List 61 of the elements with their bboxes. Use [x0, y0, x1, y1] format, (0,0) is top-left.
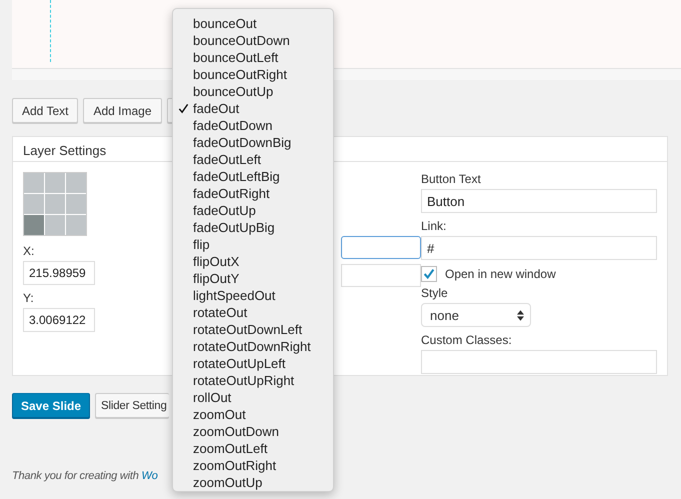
position-cell[interactable]: [24, 194, 44, 214]
menu-item[interactable]: rotateOut: [173, 304, 333, 321]
position-cell[interactable]: [66, 215, 86, 235]
position-cell[interactable]: [45, 215, 65, 235]
position-cell[interactable]: [66, 173, 86, 193]
menu-item[interactable]: flipOutX: [173, 253, 333, 270]
menu-item[interactable]: bounceOut: [173, 15, 333, 32]
toolbar-button[interactable]: Add Text: [12, 98, 78, 123]
menu-item[interactable]: bounceOutLeft: [173, 49, 333, 66]
footer-text: Thank you for creating with Wo: [12, 470, 158, 482]
guide-line: [50, 0, 51, 62]
menu-item[interactable]: fadeOutUpBig: [173, 219, 333, 236]
menu-item[interactable]: flipOutY: [173, 270, 333, 287]
menu-item[interactable]: zoomOutLeft: [173, 440, 333, 457]
position-cell[interactable]: [24, 215, 44, 235]
menu-item[interactable]: fadeOutLeftBig: [173, 168, 333, 185]
menu-item[interactable]: rotateOutUpLeft: [173, 355, 333, 372]
menu-item[interactable]: rotateOutUpRight: [173, 372, 333, 389]
link-field[interactable]: #: [421, 236, 657, 260]
toolbar-button[interactable]: Add Image: [83, 98, 162, 123]
style-label: Style: [421, 286, 449, 300]
button-text-label: Button Text: [421, 172, 482, 186]
menu-item[interactable]: bounceOutRight: [173, 66, 333, 83]
menu-item[interactable]: fadeOutDownBig: [173, 134, 333, 151]
menu-item[interactable]: zoomOutDown: [173, 423, 333, 440]
menu-item[interactable]: bounceOutUp: [173, 83, 333, 100]
stepper-icon: [517, 310, 524, 320]
panel-title: Layer Settings: [23, 143, 106, 158]
position-cell[interactable]: [66, 194, 86, 214]
style-select[interactable]: none: [421, 303, 531, 327]
link-label: Link:: [421, 219, 448, 233]
footer-link[interactable]: Wo: [142, 470, 158, 482]
menu-item[interactable]: rotateOutDownRight: [173, 338, 333, 355]
input-field[interactable]: [341, 236, 421, 259]
menu-item[interactable]: zoomOutRight: [173, 457, 333, 474]
menu-item[interactable]: flip: [173, 236, 333, 253]
button-text-field[interactable]: Button: [421, 189, 657, 213]
slider-settings-button[interactable]: Slider Setting: [95, 393, 169, 418]
menu-item[interactable]: fadeOut: [173, 100, 333, 117]
menu-item[interactable]: fadeOutDown: [173, 117, 333, 134]
menu-item[interactable]: rotateOutDownLeft: [173, 321, 333, 338]
position-cell[interactable]: [45, 194, 65, 214]
menu-item[interactable]: rollOut: [173, 389, 333, 406]
custom-classes-field[interactable]: [421, 350, 657, 374]
checkbox-label: Open in new window: [445, 267, 556, 281]
menu-item[interactable]: lightSpeedOut: [173, 287, 333, 304]
menu-item[interactable]: zoomOut: [173, 406, 333, 423]
menu-item[interactable]: fadeOutLeft: [173, 151, 333, 168]
save-slide-button[interactable]: Save Slide: [12, 393, 90, 418]
menu-item[interactable]: bounceOutDown: [173, 32, 333, 49]
position-cell[interactable]: [45, 173, 65, 193]
custom-classes-label: Custom Classes:: [421, 333, 513, 347]
x-field[interactable]: 215.98959: [23, 261, 95, 285]
menu-item[interactable]: fadeOutUp: [173, 202, 333, 219]
checkbox[interactable]: [421, 266, 437, 282]
y-field[interactable]: 3.0069122: [23, 308, 95, 332]
y-label: Y:: [23, 291, 34, 305]
x-label: X:: [23, 244, 34, 258]
menu-item[interactable]: fadeOutRight: [173, 185, 333, 202]
position-cell[interactable]: [24, 173, 44, 193]
menu-item[interactable]: zoomOutUp: [173, 474, 333, 491]
